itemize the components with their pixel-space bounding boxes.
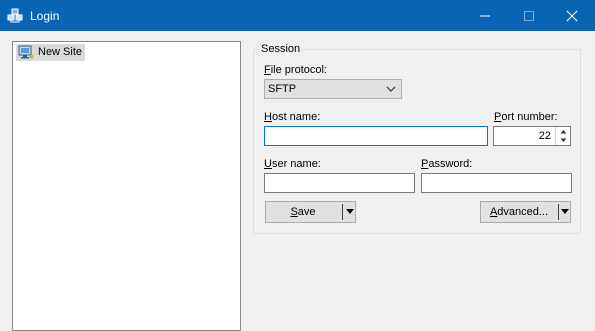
minimize-icon [480, 15, 490, 17]
tree-item-new-site[interactable]: New Site [16, 44, 86, 61]
port-increment-button[interactable] [556, 127, 570, 136]
advanced-button-label: Advanced... [489, 206, 549, 218]
advanced-split-divider [558, 204, 559, 220]
port-spin-buttons [555, 127, 570, 145]
maximize-button[interactable] [506, 0, 552, 31]
spin-down-icon [560, 138, 567, 142]
port-number-stepper[interactable]: 22 [493, 126, 571, 146]
session-group-label: Session [260, 43, 302, 55]
host-name-label: Host name: [264, 111, 321, 123]
close-icon [566, 10, 578, 22]
computer-site-icon [18, 45, 34, 60]
maximize-icon [524, 11, 534, 21]
minimize-button[interactable] [462, 0, 508, 31]
site-tree[interactable]: New Site [12, 41, 241, 331]
dropdown-arrow-icon[interactable] [346, 209, 354, 215]
spin-up-icon [560, 130, 567, 134]
port-decrement-button[interactable] [556, 136, 570, 145]
file-protocol-select[interactable]: SFTP [264, 79, 402, 99]
password-input[interactable] [421, 173, 572, 193]
close-button[interactable] [549, 0, 595, 31]
save-button-label: Save [290, 206, 316, 218]
port-number-value: 22 [538, 130, 551, 142]
user-name-input[interactable] [264, 173, 415, 193]
user-name-label: User name: [264, 158, 321, 170]
winscp-login-icon [7, 8, 23, 24]
title-bar[interactable]: Login [0, 0, 595, 31]
password-label: Password: [421, 158, 473, 170]
port-number-label: Port number: [494, 111, 558, 123]
save-button[interactable]: Save [265, 201, 356, 223]
dropdown-arrow-icon[interactable] [561, 209, 569, 215]
host-name-input[interactable] [264, 126, 488, 146]
file-protocol-value: SFTP [268, 83, 297, 95]
chevron-down-icon [386, 86, 396, 92]
save-split-divider [342, 204, 343, 220]
advanced-button[interactable]: Advanced... [480, 201, 571, 223]
file-protocol-label: File protocol: [264, 64, 327, 76]
window-title: Login [30, 9, 60, 23]
tree-item-label: New Site [38, 46, 83, 58]
